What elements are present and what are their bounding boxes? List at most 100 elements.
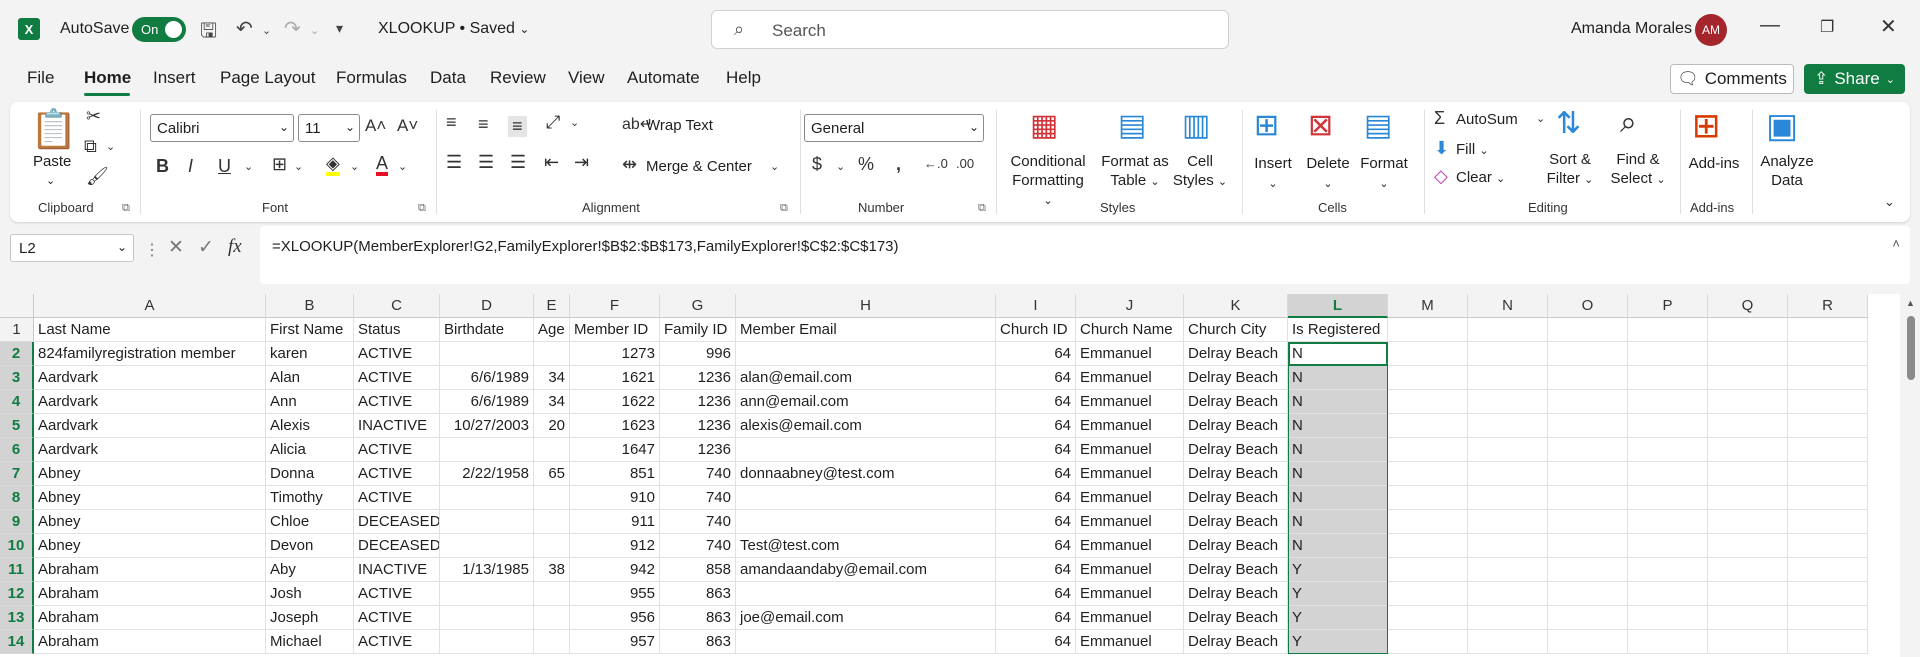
table-cell[interactable] xyxy=(736,630,996,654)
table-cell[interactable]: 1647 xyxy=(570,438,660,462)
clear-icon[interactable]: ◇ xyxy=(1434,166,1448,187)
table-cell[interactable]: ACTIVE xyxy=(354,390,440,414)
table-cell[interactable]: 1622 xyxy=(570,390,660,414)
add-ins-button[interactable]: Add-ins xyxy=(1686,154,1742,173)
row-header[interactable]: 8 xyxy=(0,486,34,510)
row-header[interactable]: 4 xyxy=(0,390,34,414)
table-cell[interactable]: 824familyregistration member xyxy=(34,342,266,366)
row-header[interactable]: 11 xyxy=(0,558,34,582)
tab-automate[interactable]: Automate xyxy=(627,68,700,88)
share-button[interactable]: ⇪ Share ⌄ xyxy=(1804,64,1905,94)
table-cell[interactable]: 64 xyxy=(996,582,1076,606)
table-cell[interactable]: 34 xyxy=(534,390,570,414)
row-header[interactable]: 3 xyxy=(0,366,34,390)
table-cell[interactable]: Chloe xyxy=(266,510,354,534)
column-header-o[interactable]: O xyxy=(1548,294,1628,318)
table-cell[interactable] xyxy=(736,342,996,366)
decrease-indent-icon[interactable]: ⇤ xyxy=(544,152,559,173)
table-cell[interactable]: 1621 xyxy=(570,366,660,390)
autosum-dropdown-icon[interactable]: ⌄ xyxy=(1536,112,1545,125)
cell-styles-button[interactable]: Cell Styles ⌄ xyxy=(1170,152,1230,192)
table-cell[interactable]: 6/6/1989 xyxy=(440,366,534,390)
table-cell[interactable]: N xyxy=(1288,366,1388,390)
table-cell[interactable] xyxy=(1468,414,1548,438)
row-header[interactable]: 9 xyxy=(0,510,34,534)
table-cell[interactable]: 1236 xyxy=(660,390,736,414)
table-cell[interactable] xyxy=(1628,486,1708,510)
table-cell[interactable] xyxy=(1468,558,1548,582)
table-cell[interactable] xyxy=(1468,534,1548,558)
table-cell[interactable]: karen xyxy=(266,342,354,366)
table-cell[interactable]: Delray Beach xyxy=(1184,366,1288,390)
column-header-k[interactable]: K xyxy=(1184,294,1288,318)
insert-cells-button[interactable]: Insert ⌄ xyxy=(1248,154,1298,194)
table-cell[interactable]: 34 xyxy=(534,366,570,390)
table-cell[interactable] xyxy=(1548,318,1628,342)
row-header[interactable]: 10 xyxy=(0,534,34,558)
row-header[interactable]: 1 xyxy=(0,318,34,342)
table-cell[interactable] xyxy=(534,582,570,606)
table-cell[interactable]: INACTIVE xyxy=(354,414,440,438)
avatar[interactable]: AM xyxy=(1695,14,1727,46)
table-cell[interactable] xyxy=(1388,438,1468,462)
table-cell[interactable] xyxy=(534,510,570,534)
column-header-j[interactable]: J xyxy=(1076,294,1184,318)
tab-data[interactable]: Data xyxy=(430,68,466,88)
table-cell[interactable] xyxy=(440,630,534,654)
table-cell[interactable] xyxy=(1628,630,1708,654)
restore-icon[interactable]: ❐ xyxy=(1820,17,1834,37)
tab-review[interactable]: Review xyxy=(490,68,546,88)
tab-file[interactable]: File xyxy=(27,68,54,88)
table-cell[interactable] xyxy=(1628,462,1708,486)
table-cell[interactable] xyxy=(1388,630,1468,654)
format-cells-icon[interactable]: ▤ xyxy=(1364,108,1392,143)
save-icon[interactable]: 🖫 xyxy=(200,16,217,50)
paste-icon[interactable]: 📋 xyxy=(30,108,77,152)
table-cell[interactable] xyxy=(1708,366,1788,390)
table-cell[interactable]: 64 xyxy=(996,606,1076,630)
table-cell[interactable] xyxy=(1708,510,1788,534)
column-header-b[interactable]: B xyxy=(266,294,354,318)
table-cell[interactable]: Delray Beach xyxy=(1184,438,1288,462)
column-header-m[interactable]: M xyxy=(1388,294,1468,318)
table-cell[interactable] xyxy=(1628,558,1708,582)
fill-icon[interactable]: ⬇ xyxy=(1434,138,1449,159)
table-cell[interactable]: Aardvark xyxy=(34,390,266,414)
table-cell[interactable]: Aby xyxy=(266,558,354,582)
table-cell[interactable] xyxy=(534,534,570,558)
alignment-launcher-icon[interactable]: ⧉ xyxy=(780,202,788,215)
table-cell[interactable] xyxy=(1548,366,1628,390)
table-cell[interactable]: ACTIVE xyxy=(354,630,440,654)
table-cell[interactable]: 863 xyxy=(660,630,736,654)
close-icon[interactable]: ✕ xyxy=(1880,14,1897,39)
table-cell[interactable]: 10/27/2003 xyxy=(440,414,534,438)
table-cell[interactable]: Emmanuel xyxy=(1076,462,1184,486)
insert-function-icon[interactable]: fx xyxy=(228,236,242,258)
delete-cells-button[interactable]: Delete ⌄ xyxy=(1302,154,1354,194)
tab-view[interactable]: View xyxy=(568,68,605,88)
table-cell[interactable]: 912 xyxy=(570,534,660,558)
table-cell[interactable]: 6/6/1989 xyxy=(440,390,534,414)
table-cell[interactable] xyxy=(440,606,534,630)
minimize-icon[interactable]: — xyxy=(1760,14,1780,37)
table-cell[interactable]: Emmanuel xyxy=(1076,390,1184,414)
table-cell[interactable]: Abraham xyxy=(34,558,266,582)
table-cell[interactable] xyxy=(1708,414,1788,438)
tab-formulas[interactable]: Formulas xyxy=(336,68,407,88)
sort-filter-button[interactable]: Sort & Filter ⌄ xyxy=(1540,150,1600,190)
table-cell[interactable] xyxy=(1468,438,1548,462)
increase-decimal-icon[interactable]: ←.0 xyxy=(924,156,948,171)
table-cell[interactable]: Abney xyxy=(34,510,266,534)
table-cell[interactable]: Emmanuel xyxy=(1076,510,1184,534)
table-cell[interactable] xyxy=(1468,462,1548,486)
table-cell[interactable] xyxy=(1468,366,1548,390)
table-cell[interactable]: Delray Beach xyxy=(1184,534,1288,558)
table-cell[interactable]: Delray Beach xyxy=(1184,342,1288,366)
font-color-icon[interactable]: A xyxy=(376,154,389,176)
table-cell[interactable] xyxy=(1388,510,1468,534)
table-cell[interactable] xyxy=(1388,582,1468,606)
delete-cells-icon[interactable]: ⊠ xyxy=(1308,108,1333,143)
table-cell[interactable] xyxy=(736,438,996,462)
undo-dropdown-icon[interactable]: ⌄ xyxy=(262,24,271,37)
format-as-table-button[interactable]: Format as Table ⌄ xyxy=(1098,152,1172,192)
